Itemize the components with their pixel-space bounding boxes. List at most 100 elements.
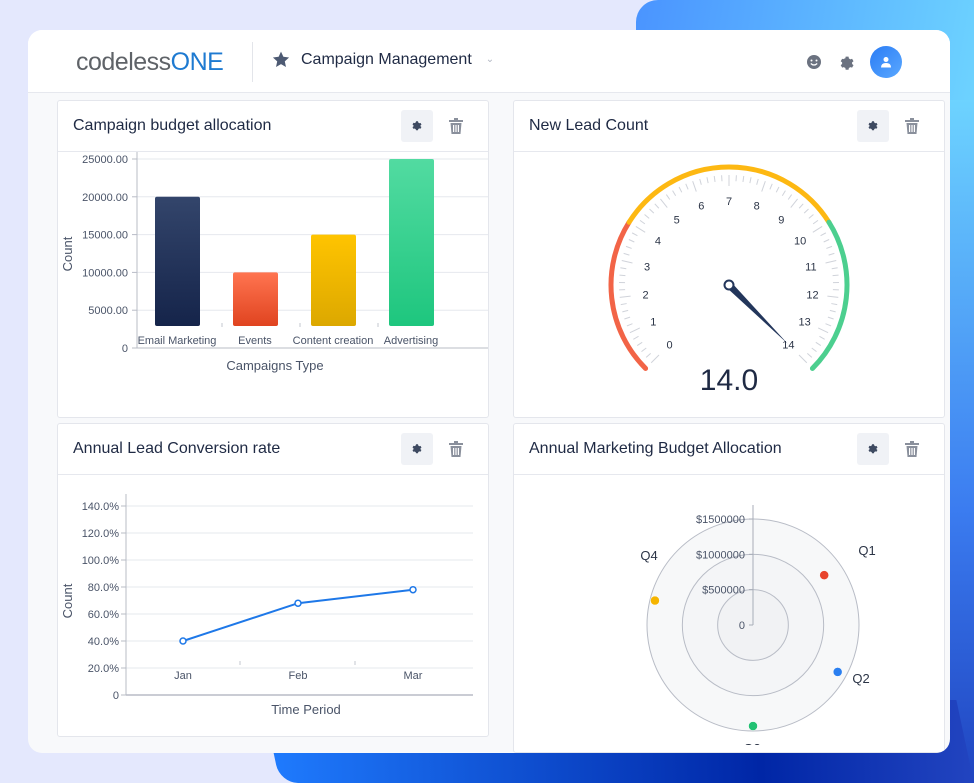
gauge-tick bbox=[635, 226, 646, 233]
gauge-tick-label: 13 bbox=[799, 316, 811, 328]
gauge-tick bbox=[631, 232, 638, 237]
data-point bbox=[650, 595, 660, 606]
gauge-tick bbox=[620, 303, 627, 306]
gauge-tick bbox=[769, 183, 773, 190]
widget-settings-button[interactable] bbox=[857, 433, 889, 465]
gauge-pivot bbox=[723, 279, 735, 291]
widget-title: Annual Lead Conversion rate bbox=[73, 440, 281, 457]
gauge-tick bbox=[811, 347, 817, 353]
gauge-tick-label: 0 bbox=[667, 339, 673, 351]
gauge-tick bbox=[641, 347, 647, 353]
widget-delete-button[interactable] bbox=[444, 433, 468, 465]
gauge-tick-label: 7 bbox=[726, 196, 732, 208]
y-tick-label: 15000.00 bbox=[82, 230, 128, 242]
top-bar: codelessONE Campaign Management ⌄ bbox=[28, 30, 950, 93]
y-tick-label: 5000.00 bbox=[88, 305, 128, 317]
gauge-tick-label: 8 bbox=[754, 201, 760, 213]
bar bbox=[311, 234, 356, 326]
gauge-tick-label: 4 bbox=[655, 235, 661, 247]
gauge-tick bbox=[761, 181, 766, 192]
widget-title: Annual Marketing Budget Allocation bbox=[529, 440, 782, 457]
gear-icon bbox=[412, 121, 422, 131]
r-tick-label: $1000000 bbox=[696, 549, 745, 561]
gauge-tick-label: 12 bbox=[806, 289, 818, 301]
gauge-tick bbox=[787, 194, 793, 200]
gauge-tick bbox=[639, 219, 646, 225]
gauge-tick bbox=[636, 341, 643, 347]
gauge-tick bbox=[812, 226, 823, 233]
gauge-tick bbox=[815, 341, 822, 347]
gauge-tick bbox=[825, 323, 832, 327]
x-tick-label: Events bbox=[238, 335, 272, 347]
gauge-tick bbox=[623, 252, 630, 256]
gear-icon bbox=[868, 121, 878, 131]
x-tick-label: Advertising bbox=[384, 335, 438, 347]
smiley-icon[interactable] bbox=[806, 54, 822, 70]
widget-settings-button[interactable] bbox=[857, 110, 889, 142]
gauge-tick bbox=[817, 327, 829, 334]
y-axis-title: Count bbox=[60, 236, 75, 271]
gauge-tick bbox=[829, 309, 836, 313]
y-tick-label: 25000.00 bbox=[82, 154, 128, 166]
logo-text: codeless bbox=[76, 48, 171, 76]
gauge-tick bbox=[622, 309, 629, 313]
logo[interactable]: codelessONE bbox=[76, 48, 224, 77]
user-avatar[interactable] bbox=[870, 46, 902, 78]
y-tick-label: 0 bbox=[113, 690, 119, 702]
widget-settings-button[interactable] bbox=[401, 433, 433, 465]
app-window: codelessONE Campaign Management ⌄ Campai… bbox=[28, 30, 950, 753]
app-selector[interactable]: Campaign Management ⌄ bbox=[271, 50, 494, 69]
widget-delete-button[interactable] bbox=[900, 110, 924, 142]
gauge-tick bbox=[633, 335, 639, 340]
y-tick-label: 120.0% bbox=[82, 528, 120, 540]
y-tick-label: 100.0% bbox=[82, 555, 120, 567]
x-axis-title: Time Period bbox=[271, 702, 341, 717]
y-axis-title: Count bbox=[60, 583, 75, 618]
widget-new-lead-count: New Lead Count 0 1 2 3 4 5 6 7 8 9 10 11 12 13 14 14.0 bbox=[513, 100, 945, 418]
gauge-tick bbox=[706, 177, 709, 184]
gauge-tick-label: 6 bbox=[698, 201, 704, 213]
gear-icon bbox=[868, 444, 878, 454]
gauge-tick bbox=[619, 274, 626, 277]
gauge-tick bbox=[827, 316, 834, 320]
gauge-tick bbox=[624, 316, 631, 320]
gauge-tick-label: 3 bbox=[644, 261, 650, 273]
line-series bbox=[182, 588, 414, 642]
gauge-tick bbox=[678, 186, 683, 193]
gauge-band bbox=[608, 219, 649, 371]
gauge-tick-label: 9 bbox=[778, 214, 784, 226]
widget-title: Campaign budget allocation bbox=[73, 117, 272, 134]
gauge-tick-label: 5 bbox=[674, 214, 680, 226]
gauge-tick bbox=[806, 353, 813, 358]
trash-icon bbox=[905, 441, 919, 457]
gear-icon[interactable] bbox=[838, 54, 854, 70]
gauge-tick bbox=[831, 267, 838, 270]
x-tick-label: Jan bbox=[174, 670, 192, 682]
widget-delete-button[interactable] bbox=[444, 110, 468, 142]
gauge-tick bbox=[672, 190, 677, 196]
bar bbox=[155, 196, 200, 326]
gauge-tick bbox=[625, 245, 632, 249]
category-label: Q3 bbox=[743, 741, 760, 745]
gauge-tick bbox=[828, 252, 835, 256]
r-tick-label: 0 bbox=[739, 620, 745, 632]
user-icon bbox=[881, 57, 891, 68]
gauge-tick-label: 10 bbox=[794, 235, 806, 247]
gear-icon bbox=[412, 444, 422, 454]
gauge-tick bbox=[619, 295, 631, 298]
gauge-tick bbox=[820, 232, 827, 237]
bar bbox=[389, 159, 434, 326]
widget-settings-button[interactable] bbox=[401, 110, 433, 142]
data-point bbox=[294, 599, 302, 607]
gauge-tick bbox=[819, 335, 825, 340]
gauge-tick bbox=[781, 190, 786, 196]
gauge-tick bbox=[650, 354, 660, 364]
data-point bbox=[409, 585, 417, 594]
category-label: Q1 bbox=[858, 543, 875, 558]
gauge-tick bbox=[660, 198, 668, 208]
gauge-tick bbox=[823, 239, 830, 243]
gauge-tick bbox=[742, 175, 745, 183]
widget-delete-button[interactable] bbox=[900, 433, 924, 465]
gauge-tick bbox=[775, 186, 780, 193]
y-tick-label: 0 bbox=[122, 343, 128, 355]
